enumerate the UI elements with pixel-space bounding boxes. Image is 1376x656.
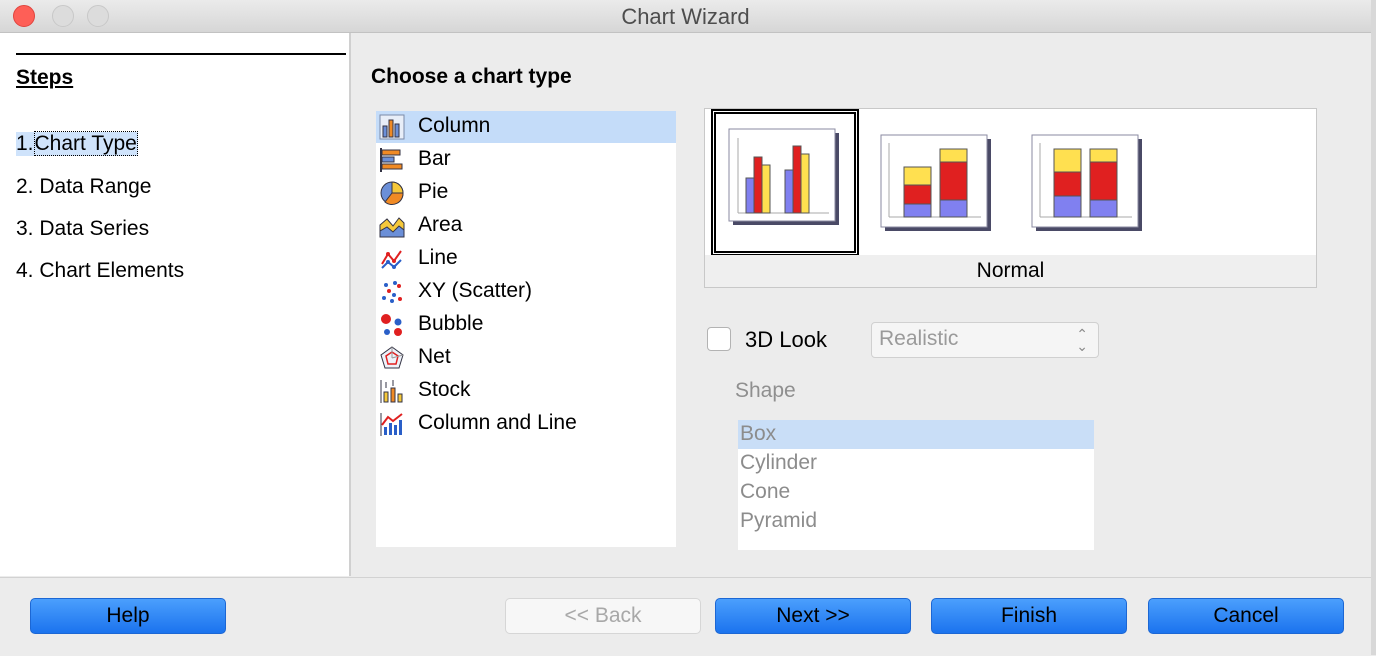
- window-title: Chart Wizard: [621, 4, 750, 29]
- chart-type-pie[interactable]: Pie: [376, 177, 676, 209]
- back-button[interactable]: << Back: [505, 598, 701, 634]
- bubble-chart-icon: [381, 314, 402, 336]
- chart-type-bar[interactable]: Bar: [376, 144, 676, 176]
- variant-caption: Normal: [976, 259, 1045, 282]
- chart-type-bubble[interactable]: Bubble: [376, 309, 676, 341]
- shape-option-pyramid[interactable]: Pyramid: [738, 507, 1094, 536]
- pie-chart-icon: [380, 181, 404, 206]
- chart-type-label: Area: [418, 213, 463, 236]
- chart-wizard-window: Chart Wizard Steps 1.Chart Type 2. Data …: [0, 0, 1371, 656]
- variant-percent-stacked[interactable]: [1016, 109, 1164, 256]
- shape-option-label: Cone: [740, 480, 791, 503]
- chart-type-label: Bubble: [418, 312, 484, 335]
- stock-chart-icon: [380, 380, 403, 403]
- 3d-scheme-value: Realistic: [879, 327, 959, 350]
- next-button[interactable]: Next >>: [715, 598, 911, 634]
- variant-caption-bar: Normal: [705, 255, 1316, 287]
- step-number: 3.: [16, 217, 34, 240]
- column-normal-variant-icon: [728, 128, 839, 225]
- shape-option-cone[interactable]: Cone: [738, 478, 1094, 507]
- chart-type-stock[interactable]: Stock: [376, 375, 676, 407]
- 3d-look-checkbox[interactable]: [707, 327, 731, 351]
- help-button[interactable]: Help: [30, 598, 226, 634]
- 3d-look-label: 3D Look: [745, 327, 827, 352]
- step-label: Data Series: [39, 217, 150, 240]
- title-bar: Chart Wizard: [0, 0, 1371, 33]
- steps-title: Steps: [16, 66, 74, 89]
- step-number: 4.: [16, 259, 34, 282]
- net-chart-icon: [380, 346, 404, 369]
- shape-label: Shape: [735, 379, 796, 402]
- scatter-chart-icon: [382, 281, 402, 303]
- step-data-series[interactable]: 3. Data Series: [16, 217, 149, 241]
- chart-type-label: Column: [418, 114, 491, 137]
- chart-type-line[interactable]: Line: [376, 243, 676, 275]
- 3d-scheme-select[interactable]: Realistic ⌃ ⌄: [871, 322, 1099, 358]
- finish-button[interactable]: Finish: [931, 598, 1127, 634]
- shape-option-label: Cylinder: [740, 451, 818, 474]
- step-label: Chart Type: [33, 131, 138, 156]
- select-arrows-icon: ⌃ ⌄: [1076, 326, 1088, 354]
- chart-type-column[interactable]: Column: [376, 111, 676, 143]
- column-chart-icon: [379, 114, 405, 140]
- steps-divider: [16, 53, 346, 55]
- variant-normal[interactable]: [711, 109, 859, 256]
- step-label: Data Range: [39, 175, 152, 198]
- step-number: 1.: [16, 132, 34, 155]
- steps-panel: Steps 1.Chart Type 2. Data Range 3. Data…: [0, 33, 351, 576]
- step-chart-elements[interactable]: 4. Chart Elements: [16, 259, 184, 283]
- shape-option-label: Box: [740, 422, 777, 445]
- chart-type-label: Pie: [418, 180, 449, 203]
- step-label: Chart Elements: [39, 259, 185, 282]
- chart-type-area[interactable]: Area: [376, 210, 676, 242]
- column-line-chart-icon: [380, 413, 403, 436]
- bar-chart-icon: [380, 148, 403, 172]
- chart-type-label: XY (Scatter): [418, 279, 532, 302]
- column-stacked-variant-icon: [880, 134, 991, 231]
- step-number: 2.: [16, 175, 34, 198]
- chart-type-label: Line: [418, 246, 458, 269]
- chart-type-label: Stock: [418, 378, 471, 401]
- step-chart-type[interactable]: 1.Chart Type: [16, 131, 138, 156]
- chart-type-net[interactable]: Net: [376, 342, 676, 374]
- step-data-range[interactable]: 2. Data Range: [16, 175, 151, 199]
- shape-option-cylinder[interactable]: Cylinder: [738, 449, 1094, 478]
- chart-type-label: Bar: [418, 147, 451, 170]
- background-window-edge: [1371, 0, 1376, 655]
- chart-type-column-and-line[interactable]: Column and Line: [376, 408, 676, 440]
- chart-variant-panel: Normal: [704, 108, 1317, 288]
- section-title: Choose a chart type: [371, 65, 572, 88]
- column-percent-stacked-variant-icon: [1031, 134, 1142, 231]
- shape-option-box[interactable]: Box: [738, 420, 1094, 449]
- chart-type-xy-scatter[interactable]: XY (Scatter): [376, 276, 676, 308]
- cancel-button[interactable]: Cancel: [1148, 598, 1344, 634]
- chart-type-list[interactable]: Column Bar Pie Area Line XY (Scatter) Bu…: [376, 111, 676, 547]
- shape-list[interactable]: Box Cylinder Cone Pyramid: [738, 420, 1094, 550]
- variant-stacked[interactable]: [865, 109, 1013, 256]
- chart-type-label: Net: [418, 345, 451, 368]
- chart-type-label: Column and Line: [418, 411, 577, 434]
- area-chart-icon: [379, 217, 405, 238]
- shape-option-label: Pyramid: [740, 509, 818, 532]
- line-chart-icon: [381, 250, 402, 269]
